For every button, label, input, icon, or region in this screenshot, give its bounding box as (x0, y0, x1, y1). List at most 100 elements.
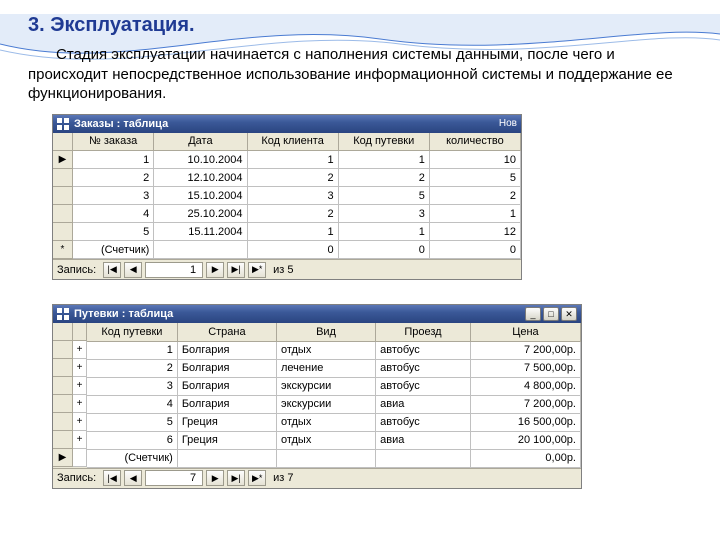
table-cell[interactable]: автобус (376, 413, 471, 431)
nav-last-button[interactable]: ▶| (227, 262, 245, 278)
nav-prev-button[interactable]: ◀ (124, 262, 142, 278)
table-cell[interactable]: Греция (177, 413, 276, 431)
table-cell[interactable] (276, 449, 375, 467)
table-cell[interactable]: 12.10.2004 (154, 169, 247, 187)
table-cell[interactable]: 4 (87, 395, 177, 413)
column-header[interactable]: Код путевки (338, 133, 429, 151)
table-cell[interactable]: 1 (338, 223, 429, 241)
row-selector[interactable] (53, 395, 73, 413)
minimize-button[interactable]: _ (525, 307, 541, 321)
table-row[interactable]: 5Грецияотдыхавтобус16 500,00р. (87, 413, 581, 431)
table-cell[interactable]: отдых (276, 431, 375, 449)
row-selector[interactable] (53, 187, 73, 205)
table-row[interactable]: 6Грецияотдыхавиа20 100,00р. (87, 431, 581, 449)
table-cell[interactable]: 4 (73, 205, 154, 223)
table-cell[interactable]: авиа (376, 395, 471, 413)
table-cell[interactable]: 3 (87, 377, 177, 395)
table-cell[interactable]: 1 (338, 151, 429, 169)
table-cell[interactable]: 5 (429, 169, 520, 187)
table-row[interactable]: 2Болгариялечениеавтобус7 500,00р. (87, 359, 581, 377)
row-selector[interactable] (53, 359, 73, 377)
table-cell[interactable]: Болгария (177, 395, 276, 413)
table-cell[interactable]: 1 (429, 205, 520, 223)
table-cell[interactable]: 2 (247, 169, 338, 187)
expand-button[interactable]: + (73, 431, 87, 449)
nav-first-button[interactable]: |◀ (103, 470, 121, 486)
table-cell[interactable]: 1 (247, 223, 338, 241)
table-cell[interactable]: лечение (276, 359, 375, 377)
table-row[interactable]: 212.10.2004225 (73, 169, 521, 187)
table-cell[interactable]: Греция (177, 431, 276, 449)
table-cell[interactable]: 3 (247, 187, 338, 205)
table-cell[interactable]: 6 (87, 431, 177, 449)
column-header[interactable]: Дата (154, 133, 247, 151)
table-cell[interactable]: 7 500,00р. (470, 359, 580, 377)
nav-new-button[interactable]: ▶* (248, 470, 266, 486)
nav-next-button[interactable]: ▶ (206, 262, 224, 278)
table-cell[interactable]: 5 (73, 223, 154, 241)
row-selector[interactable] (53, 377, 73, 395)
table-row[interactable]: 110.10.20041110 (73, 151, 521, 169)
nav-first-button[interactable]: |◀ (103, 262, 121, 278)
column-header[interactable]: Проезд (376, 323, 471, 341)
expand-button[interactable]: + (73, 359, 87, 377)
table-cell[interactable]: 16 500,00р. (470, 413, 580, 431)
table-orders[interactable]: № заказаДатаКод клиентаКод путевкиколиче… (73, 133, 521, 260)
column-header[interactable]: Код путевки (87, 323, 177, 341)
row-selector[interactable]: ▶ (53, 449, 73, 467)
table-cell[interactable]: 0 (338, 241, 429, 259)
table-cell[interactable]: экскурсии (276, 395, 375, 413)
table-cell[interactable]: (Счетчик) (73, 241, 154, 259)
table-cell[interactable] (154, 241, 247, 259)
table-row[interactable]: (Счетчик)0,00р. (87, 449, 581, 467)
table-cell[interactable]: 0 (247, 241, 338, 259)
row-selector[interactable] (53, 413, 73, 431)
table-cell[interactable]: отдых (276, 341, 375, 359)
row-selector[interactable] (53, 205, 73, 223)
column-header[interactable]: количество (429, 133, 520, 151)
table-cell[interactable]: автобус (376, 359, 471, 377)
table-cell[interactable]: 1 (73, 151, 154, 169)
table-cell[interactable]: автобус (376, 341, 471, 359)
column-header[interactable]: Вид (276, 323, 375, 341)
table-cell[interactable]: 1 (247, 151, 338, 169)
table-cell[interactable] (376, 449, 471, 467)
maximize-button[interactable]: □ (543, 307, 559, 321)
column-header[interactable]: Страна (177, 323, 276, 341)
table-cell[interactable]: 3 (73, 187, 154, 205)
table-cell[interactable]: отдых (276, 413, 375, 431)
table-cell[interactable]: 4 800,00р. (470, 377, 580, 395)
column-header[interactable]: Цена (470, 323, 580, 341)
nav-record-input[interactable]: 7 (145, 470, 203, 486)
table-cell[interactable]: 7 200,00р. (470, 395, 580, 413)
table-cell[interactable]: 5 (87, 413, 177, 431)
close-button[interactable]: ✕ (561, 307, 577, 321)
table-cell[interactable]: 0 (429, 241, 520, 259)
table-cell[interactable]: 10 (429, 151, 520, 169)
table-cell[interactable]: 10.10.2004 (154, 151, 247, 169)
table-cell[interactable]: авиа (376, 431, 471, 449)
table-cell[interactable]: 25.10.2004 (154, 205, 247, 223)
titlebar-orders[interactable]: Заказы : таблица Нов (53, 115, 521, 133)
row-selector[interactable] (53, 341, 73, 359)
table-cell[interactable]: Болгария (177, 341, 276, 359)
row-selector[interactable]: ▶ (53, 151, 73, 169)
expand-button[interactable]: + (73, 377, 87, 395)
table-cell[interactable]: 15.10.2004 (154, 187, 247, 205)
table-cell[interactable]: 15.11.2004 (154, 223, 247, 241)
table-cell[interactable]: 20 100,00р. (470, 431, 580, 449)
nav-prev-button[interactable]: ◀ (124, 470, 142, 486)
table-cell[interactable]: 2 (87, 359, 177, 377)
table-cell[interactable]: 5 (338, 187, 429, 205)
expand-button[interactable]: + (73, 341, 87, 359)
column-header[interactable]: № заказа (73, 133, 154, 151)
table-cell[interactable]: Болгария (177, 359, 276, 377)
table-cell[interactable] (177, 449, 276, 467)
row-selector[interactable]: * (53, 241, 73, 259)
table-row[interactable]: 315.10.2004352 (73, 187, 521, 205)
titlebar-tours[interactable]: Путевки : таблица _ □ ✕ (53, 305, 581, 323)
table-row[interactable]: (Счетчик)000 (73, 241, 521, 259)
table-tours[interactable]: Код путевкиСтранаВидПроездЦена 1Болгария… (87, 323, 581, 468)
table-cell[interactable]: 12 (429, 223, 520, 241)
expand-button[interactable]: + (73, 395, 87, 413)
